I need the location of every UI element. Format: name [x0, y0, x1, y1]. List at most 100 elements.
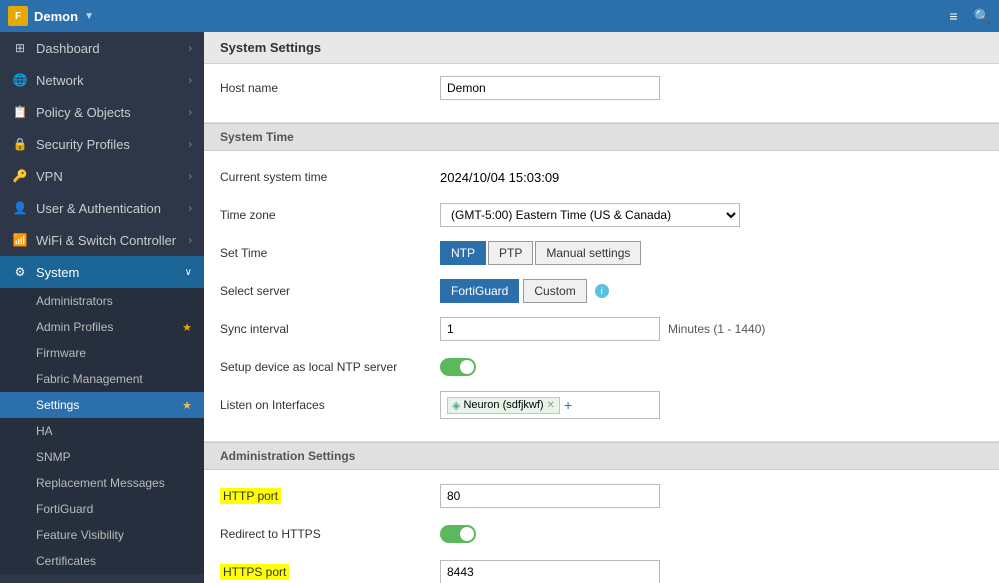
setup-ntp-toggle-btn[interactable]	[440, 358, 476, 376]
listen-interfaces-label: Listen on Interfaces	[220, 398, 440, 412]
add-interface-btn[interactable]: +	[564, 397, 572, 413]
set-time-value: NTP PTP Manual settings	[440, 241, 983, 265]
sync-interval-row: Sync interval Minutes (1 - 1440)	[220, 315, 983, 343]
set-time-label: Set Time	[220, 246, 440, 260]
admin-settings-section: Administration Settings	[204, 442, 999, 470]
security-profiles-icon: 🔒	[12, 136, 28, 152]
user-auth-icon: 👤	[12, 200, 28, 216]
http-port-label: HTTP port	[220, 489, 440, 503]
sidebar-item-replacement-messages[interactable]: Replacement Messages	[0, 470, 204, 496]
content-header: System Settings	[204, 32, 999, 64]
admin-settings-area: HTTP port Redirect to HTTPS HTTPS port	[204, 470, 999, 583]
certificates-label: Certificates	[36, 554, 96, 568]
sidebar-label-network: Network	[36, 73, 84, 88]
server-info-icon: i	[595, 284, 609, 298]
ntp-button[interactable]: NTP	[440, 241, 486, 265]
hostname-label: Host name	[220, 81, 440, 95]
sidebar-item-fortiguard[interactable]: FortiGuard	[0, 496, 204, 522]
sidebar-item-fabric-management[interactable]: Fabric Management	[0, 366, 204, 392]
https-port-input[interactable]	[440, 560, 660, 583]
timezone-label: Time zone	[220, 208, 440, 222]
page-title: System Settings	[220, 40, 321, 55]
network-icon: 🌐	[12, 72, 28, 88]
sidebar-item-security-fabric[interactable]: 🔗 Security Fabric ›	[0, 574, 204, 583]
sidebar-label-system: System	[36, 265, 79, 280]
network-chevron: ›	[189, 75, 192, 86]
set-time-btngroup: NTP PTP Manual settings	[440, 241, 983, 265]
wifi-icon: 📶	[12, 232, 28, 248]
user-auth-chevron: ›	[189, 203, 192, 214]
redirect-https-row: Redirect to HTTPS	[220, 520, 983, 548]
sidebar-item-policy[interactable]: 📋 Policy & Objects ›	[0, 96, 204, 128]
listen-interfaces-row: Listen on Interfaces ◈ Neuron (sdfjkwf) …	[220, 391, 983, 419]
hostname-area: Host name	[204, 64, 999, 123]
replacement-messages-label: Replacement Messages	[36, 476, 165, 490]
sidebar-label-user-auth: User & Authentication	[36, 201, 161, 216]
listen-interfaces-input[interactable]: ◈ Neuron (sdfjkwf) ✕ +	[440, 391, 660, 419]
listen-interfaces-value: ◈ Neuron (sdfjkwf) ✕ +	[440, 391, 983, 419]
sidebar-item-network[interactable]: 🌐 Network ›	[0, 64, 204, 96]
interface-tag-close[interactable]: ✕	[547, 400, 555, 411]
sidebar-item-admin-profiles[interactable]: Admin Profiles ★	[0, 314, 204, 340]
admin-profiles-star[interactable]: ★	[182, 321, 192, 334]
sync-interval-input[interactable]	[440, 317, 660, 341]
sidebar-item-user-auth[interactable]: 👤 User & Authentication ›	[0, 192, 204, 224]
redirect-toggle-knob	[460, 527, 474, 541]
sidebar-label-dashboard: Dashboard	[36, 41, 100, 56]
sidebar-item-security-profiles[interactable]: 🔒 Security Profiles ›	[0, 128, 204, 160]
set-time-row: Set Time NTP PTP Manual settings	[220, 239, 983, 267]
sidebar-item-ha[interactable]: HA	[0, 418, 204, 444]
interface-tag-icon: ◈	[452, 399, 460, 412]
http-port-input[interactable]	[440, 484, 660, 508]
ptp-button[interactable]: PTP	[488, 241, 533, 265]
settings-star[interactable]: ★	[182, 399, 192, 412]
firmware-label: Firmware	[36, 346, 86, 360]
search-icon[interactable]: 🔍	[974, 8, 991, 25]
menu-icon[interactable]: ≡	[949, 8, 957, 24]
brand: F Demon ▼	[8, 6, 941, 26]
administrators-label: Administrators	[36, 294, 113, 308]
sidebar-item-dashboard[interactable]: ⊞ Dashboard ›	[0, 32, 204, 64]
select-server-value: FortiGuard Custom i	[440, 279, 983, 303]
sidebar-item-administrators[interactable]: Administrators	[0, 288, 204, 314]
custom-server-button[interactable]: Custom	[523, 279, 586, 303]
sidebar-label-security-profiles: Security Profiles	[36, 137, 130, 152]
sidebar-item-system[interactable]: ⚙ System ∨	[0, 256, 204, 288]
system-time-area: Current system time 2024/10/04 15:03:09 …	[204, 151, 999, 442]
topbar: F Demon ▼ ≡ 🔍	[0, 0, 999, 32]
current-time-value: 2024/10/04 15:03:09	[440, 170, 983, 185]
brand-chevron: ▼	[84, 11, 94, 22]
setup-ntp-row: Setup device as local NTP server	[220, 353, 983, 381]
sidebar-item-certificates[interactable]: Certificates	[0, 548, 204, 574]
sidebar-item-snmp[interactable]: SNMP	[0, 444, 204, 470]
sync-interval-value: Minutes (1 - 1440)	[440, 317, 983, 341]
sidebar-item-vpn[interactable]: 🔑 VPN ›	[0, 160, 204, 192]
vpn-chevron: ›	[189, 171, 192, 182]
sidebar-system-submenu: Administrators Admin Profiles ★ Firmware…	[0, 288, 204, 574]
fortiguard-label: FortiGuard	[36, 502, 93, 516]
setup-ntp-toggle	[440, 358, 983, 376]
hostname-row: Host name	[220, 74, 983, 102]
hostname-value	[440, 76, 983, 100]
current-time-label: Current system time	[220, 170, 440, 184]
fortiguard-server-button[interactable]: FortiGuard	[440, 279, 519, 303]
ha-label: HA	[36, 424, 53, 438]
redirect-https-toggle-btn[interactable]	[440, 525, 476, 543]
policy-icon: 📋	[12, 104, 28, 120]
hostname-input[interactable]	[440, 76, 660, 100]
manual-settings-button[interactable]: Manual settings	[535, 241, 641, 265]
sidebar-item-settings[interactable]: Settings ★	[0, 392, 204, 418]
sidebar-item-firmware[interactable]: Firmware	[0, 340, 204, 366]
system-time-section: System Time	[204, 123, 999, 151]
feature-visibility-label: Feature Visibility	[36, 528, 124, 542]
timezone-select[interactable]: (GMT-5:00) Eastern Time (US & Canada)	[440, 203, 740, 227]
main-content: System Settings Host name System Time Cu…	[204, 32, 999, 583]
http-port-row: HTTP port	[220, 482, 983, 510]
sidebar-item-wifi[interactable]: 📶 WiFi & Switch Controller ›	[0, 224, 204, 256]
redirect-https-label: Redirect to HTTPS	[220, 527, 440, 541]
https-port-value	[440, 560, 983, 583]
sidebar-item-feature-visibility[interactable]: Feature Visibility	[0, 522, 204, 548]
security-profiles-chevron: ›	[189, 139, 192, 150]
system-icon: ⚙	[12, 264, 28, 280]
snmp-label: SNMP	[36, 450, 71, 464]
